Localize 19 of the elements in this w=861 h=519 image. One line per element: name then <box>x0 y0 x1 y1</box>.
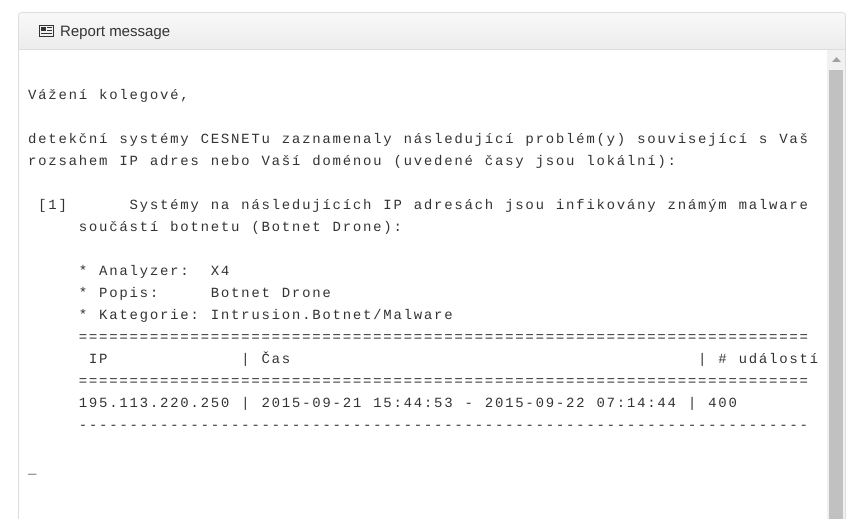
scrollbar[interactable] <box>827 50 845 519</box>
message-line: * Analyzer: X4 <box>78 263 232 282</box>
message-line: ======================================================================== <box>78 329 810 348</box>
panel-title: Report message <box>60 22 170 40</box>
message-line: rozsahem IP adres nebo Vaší doménou (uvedené časy jsou lokální): <box>28 153 678 172</box>
message-line: Vážení kolegové, <box>28 87 190 106</box>
message-line: součástí botnetu (Botnet Drone): <box>78 219 404 238</box>
message-line: * Kategorie: Intrusion.Botnet/Malware <box>78 307 454 326</box>
message-line: 195.113.220.250 | 2015-09-21 15:44:53 - 2015-09-22 07:14:44 | 400 <box>78 395 739 414</box>
message-line: ------------------------------------------------------------------------ <box>78 417 810 436</box>
message-line: * Popis: Botnet Drone <box>78 285 333 304</box>
message-line: IP | Čas | # událostí <box>88 350 820 370</box>
message-line: ======================================================================== <box>78 373 810 392</box>
scroll-up-icon[interactable] <box>832 57 840 62</box>
message-line: _ <box>28 461 38 480</box>
scrollbar-thumb[interactable] <box>829 70 843 519</box>
newspaper-icon <box>39 25 54 37</box>
message-line: detekční systémy CESNETu zaznamenaly následující problém(y) související s Vaš <box>28 131 810 150</box>
message-line: [1] Systémy na následujících IP adresách jsou infikovány známým malware <box>37 197 810 216</box>
